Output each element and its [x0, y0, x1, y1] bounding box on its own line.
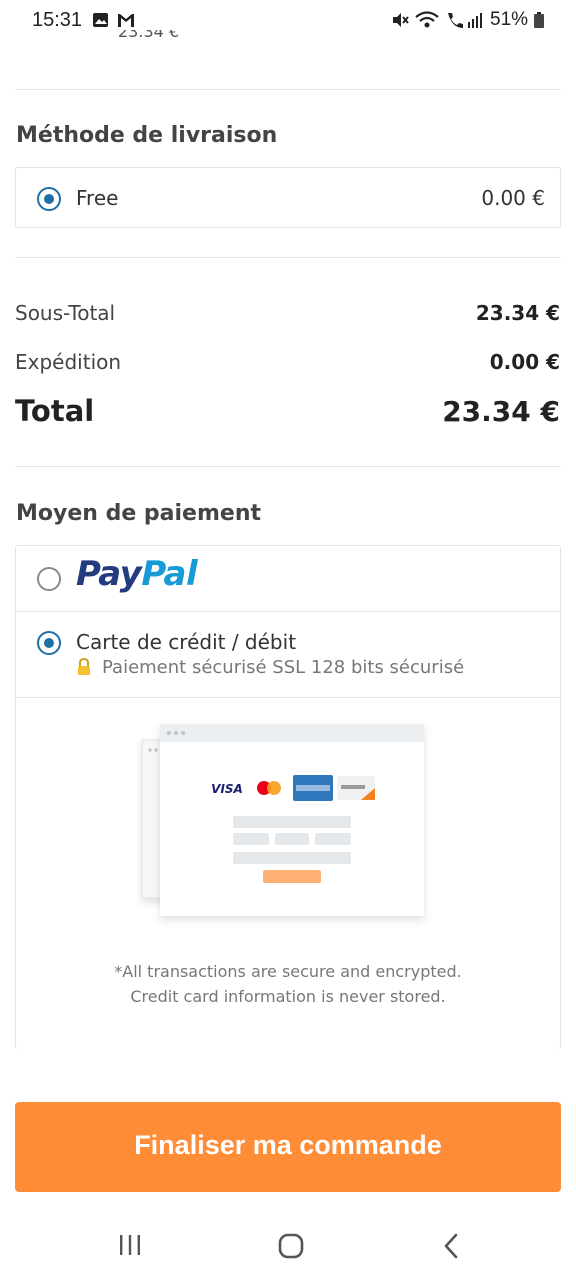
- shipping-option-label: Free: [76, 186, 119, 210]
- signal-icon: [468, 13, 482, 28]
- shipping-radio[interactable]: [37, 187, 61, 211]
- card-option-label: Carte de crédit / débit: [76, 630, 297, 654]
- ssl-security-text: Paiement sécurisé SSL 128 bits sécurisé: [102, 657, 465, 678]
- divider: [16, 697, 560, 698]
- mute-icon: [393, 13, 409, 27]
- paypal-radio[interactable]: [37, 567, 61, 591]
- scrolled-price-fragment: 23.34 €: [118, 30, 180, 40]
- subtotal-label: Sous-Total: [15, 301, 116, 325]
- total-label: Total: [15, 394, 95, 428]
- payment-option-card[interactable]: Carte de crédit / débit: [16, 612, 560, 698]
- security-note-line2: Credit card information is never stored.: [130, 987, 446, 1006]
- divider: [15, 257, 561, 258]
- mastercard-logo: [251, 776, 287, 800]
- system-nav-bar: [0, 1205, 576, 1280]
- shipping-cost-value: 0.00 €: [489, 350, 560, 374]
- status-bar: 15:31 51% 23.34 €: [0, 0, 576, 40]
- amex-logo: [293, 775, 333, 801]
- gmail-icon: [118, 14, 134, 27]
- svg-text:VISA: VISA: [211, 782, 243, 796]
- shipping-cost-label: Expédition: [15, 350, 122, 374]
- back-icon[interactable]: [440, 1233, 464, 1259]
- paypal-logo: PayPal: [76, 554, 198, 594]
- place-order-button[interactable]: Finaliser ma commande: [15, 1102, 561, 1192]
- call-icon: [448, 13, 463, 28]
- discover-logo: [337, 776, 375, 800]
- shipping-option-free[interactable]: Free 0.00 €: [15, 167, 561, 228]
- lock-icon: [78, 658, 90, 675]
- status-time: 15:31: [32, 9, 83, 31]
- visa-logo: VISA: [209, 776, 245, 800]
- recent-apps-icon[interactable]: [117, 1234, 143, 1256]
- card-radio[interactable]: [37, 631, 61, 655]
- total-value: 23.34 €: [442, 395, 560, 428]
- divider: [15, 466, 561, 467]
- wifi-icon: [415, 11, 439, 28]
- home-icon[interactable]: [277, 1232, 305, 1260]
- security-note-line1: *All transactions are secure and encrypt…: [114, 962, 462, 981]
- subtotal-value: 23.34 €: [475, 301, 560, 325]
- battery-icon: [534, 12, 544, 28]
- payment-title: Moyen de paiement: [16, 501, 261, 526]
- image-icon: [93, 13, 108, 27]
- shipping-option-price: 0.00 €: [481, 186, 545, 210]
- credit-card-illustration: VISA: [141, 724, 424, 916]
- divider: [15, 89, 561, 90]
- place-order-label: Finaliser ma commande: [134, 1130, 442, 1160]
- battery-level: 51%: [490, 9, 529, 30]
- shipping-title: Méthode de livraison: [16, 123, 278, 148]
